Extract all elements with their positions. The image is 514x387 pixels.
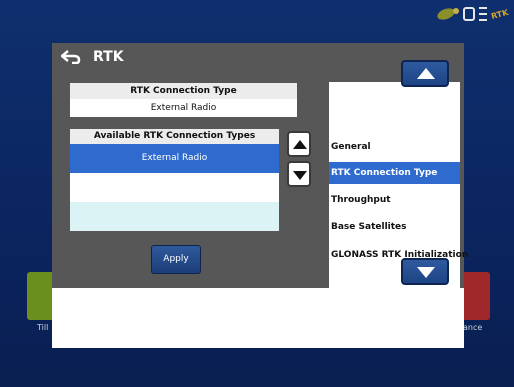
apply-button[interactable]: Apply <box>151 245 201 274</box>
connection-type-header: RTK Connection Type <box>70 83 297 99</box>
dialog-panel: RTK RTK Connection Type External Radio A… <box>52 43 468 312</box>
nav-item-throughput[interactable]: Throughput <box>329 189 460 211</box>
dialog-title: RTK <box>93 49 124 65</box>
rtk-dialog: RTK RTK Connection Type External Radio A… <box>52 43 468 348</box>
up-arrow-icon <box>417 68 435 79</box>
available-type-item[interactable] <box>70 202 279 231</box>
status-bar: RTK <box>0 0 514 30</box>
up-arrow-icon <box>293 140 307 149</box>
down-arrow-icon <box>293 171 307 180</box>
menu-lines-icon <box>478 7 487 21</box>
available-type-item[interactable] <box>70 173 279 202</box>
available-type-item[interactable]: External Radio <box>70 144 279 173</box>
list-scroll-up-button[interactable] <box>287 131 311 157</box>
device-box-icon <box>462 7 475 21</box>
background-tile-right-label: ance <box>463 323 483 332</box>
nav-item-base-satellites[interactable]: Base Satellites <box>329 216 460 238</box>
list-scroll-down-button[interactable] <box>287 161 311 187</box>
satellite-icon <box>437 7 459 21</box>
available-types-header: Available RTK Connection Types <box>70 129 279 144</box>
background-tile-left-label: Till <box>37 323 49 332</box>
down-arrow-icon <box>417 267 435 278</box>
status-icons: RTK <box>437 4 509 24</box>
rtk-signal-badge: RTK <box>489 7 509 21</box>
nav-scroll-up-button[interactable] <box>401 60 449 87</box>
nav-scroll-down-button[interactable] <box>401 258 449 285</box>
nav-item-general[interactable]: General <box>329 136 460 158</box>
connection-type-value: External Radio <box>70 99 297 117</box>
back-arrow-icon[interactable] <box>61 50 81 64</box>
nav-item-rtk-connection-type[interactable]: RTK Connection Type <box>329 162 460 184</box>
